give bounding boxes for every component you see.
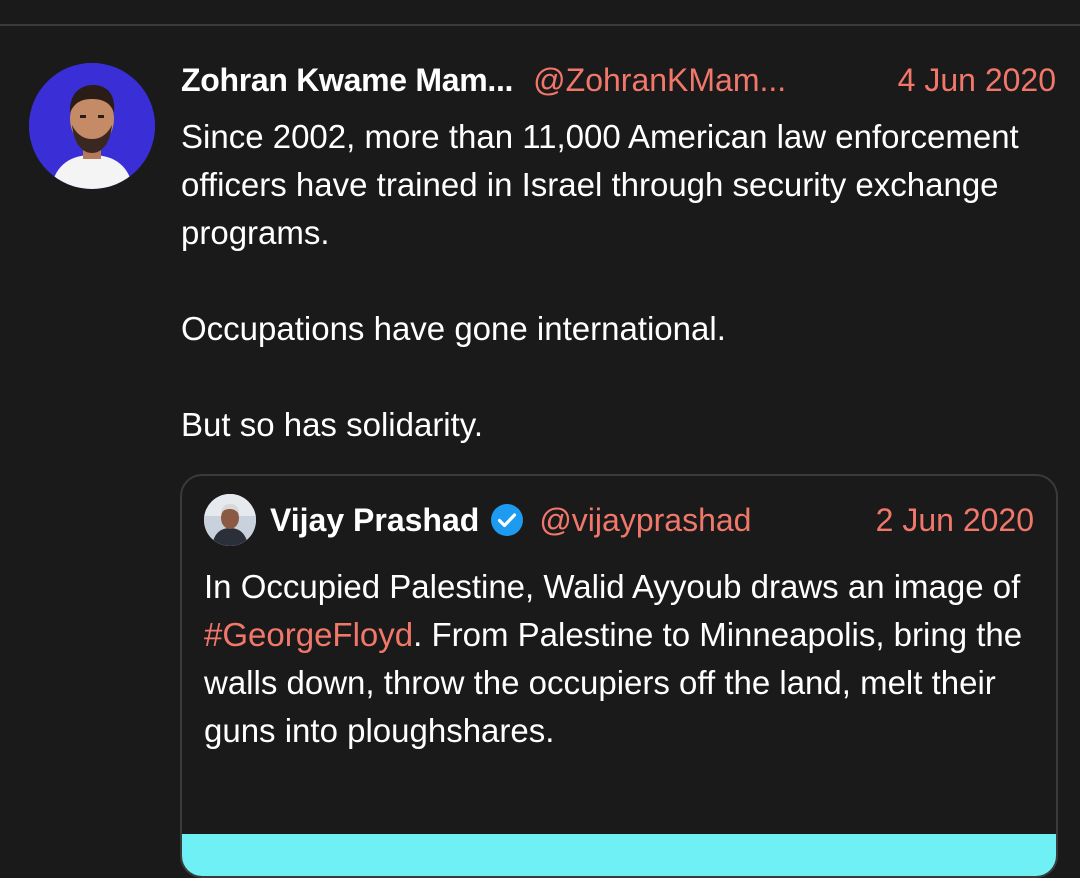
hashtag-link[interactable]: #GeorgeFloyd [204, 616, 413, 653]
tweet-paragraph: Occupations have gone international. [181, 310, 726, 347]
top-divider [0, 24, 1080, 26]
quoted-author-avatar-image [204, 494, 256, 546]
quoted-media-preview[interactable] [182, 834, 1056, 876]
quoted-tweet-text: In Occupied Palestine, Walid Ayyoub draw… [204, 563, 1044, 755]
tweet-date[interactable]: 4 Jun 2020 [898, 62, 1056, 99]
author-handle[interactable]: @ZohranKMam... [533, 62, 786, 99]
author-name[interactable]: Zohran Kwame Mam... [181, 62, 513, 99]
tweet-header: Zohran Kwame Mam... @ZohranKMam... 4 Jun… [181, 56, 1056, 104]
quoted-tweet-card[interactable]: Vijay Prashad @vijayprashad 2 Jun 2020 I… [180, 474, 1058, 878]
quoted-tweet-date[interactable]: 2 Jun 2020 [876, 502, 1034, 539]
author-avatar[interactable] [29, 63, 155, 189]
quoted-author-avatar[interactable] [204, 494, 256, 546]
tweet-paragraph: Since 2002, more than 11,000 American la… [181, 118, 1019, 251]
quoted-text-part: In Occupied Palestine, Walid Ayyoub draw… [204, 568, 1021, 605]
quoted-author-name[interactable]: Vijay Prashad [270, 502, 479, 539]
quoted-author-handle[interactable]: @vijayprashad [539, 502, 751, 539]
verified-badge-icon [491, 504, 524, 536]
author-avatar-image [29, 63, 155, 189]
quoted-tweet-header: Vijay Prashad @vijayprashad 2 Jun 2020 [204, 494, 1034, 546]
tweet-text: Since 2002, more than 11,000 American la… [181, 113, 1051, 449]
tweet-paragraph: But so has solidarity. [181, 406, 484, 443]
